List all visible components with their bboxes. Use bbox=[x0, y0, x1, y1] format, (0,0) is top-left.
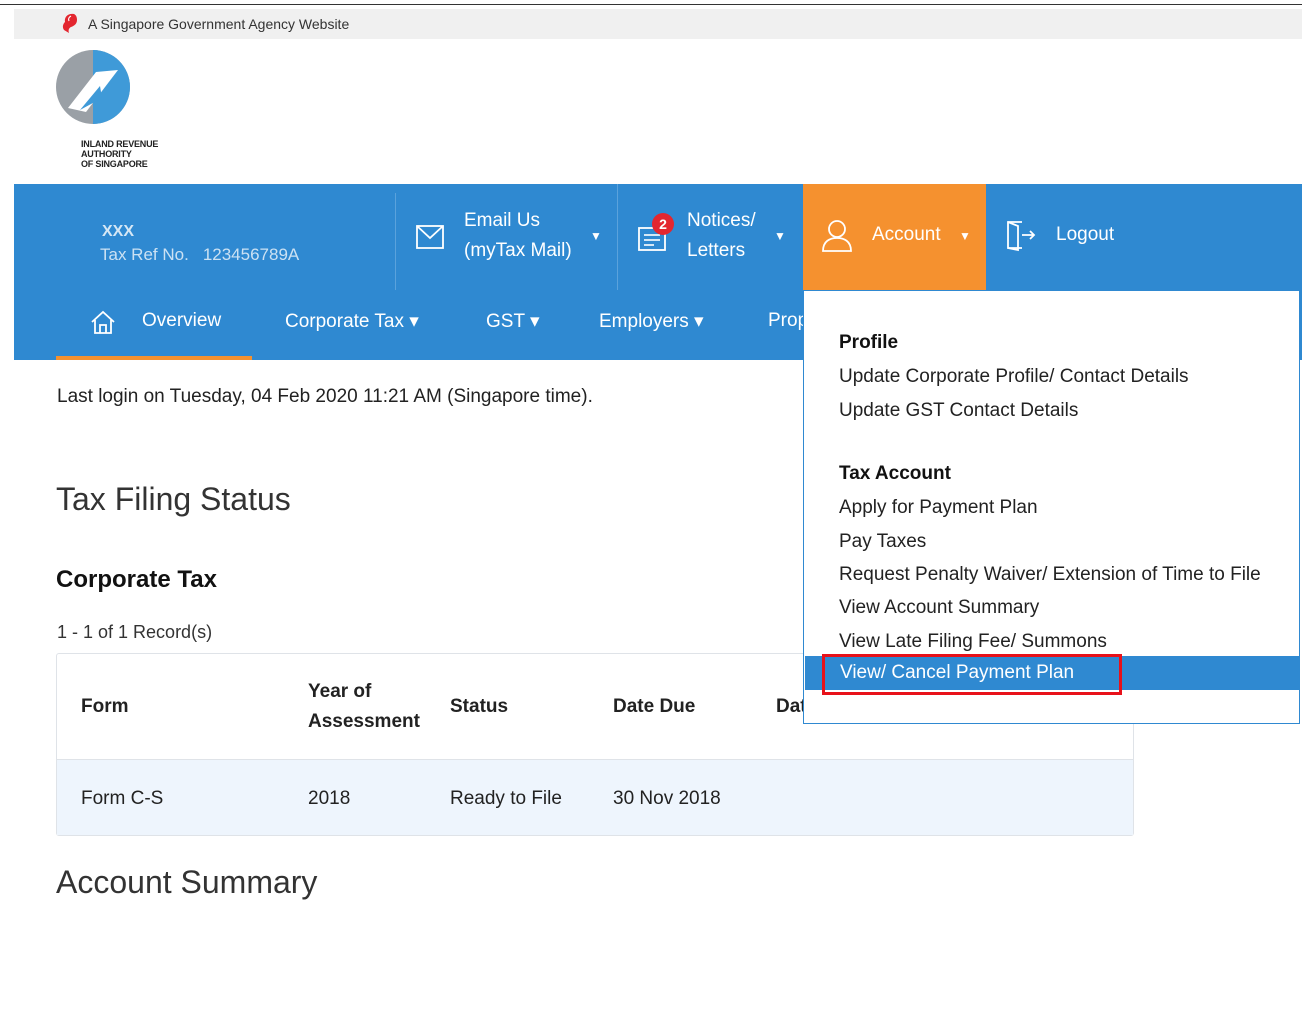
col-header-date-due: Date Due bbox=[613, 696, 696, 717]
active-tab-indicator bbox=[56, 356, 252, 360]
email-us-menu[interactable]: Email Us (myTax Mail) ▼ bbox=[396, 184, 618, 290]
notices-label-2: Letters bbox=[687, 240, 746, 261]
records-count: 1 - 1 of 1 Record(s) bbox=[57, 622, 213, 642]
table-row[interactable]: Form C-S 2018 Ready to File 30 Nov 2018 bbox=[57, 759, 1133, 835]
home-icon[interactable] bbox=[90, 309, 116, 335]
mail-icon bbox=[416, 225, 444, 249]
account-label: Account bbox=[872, 224, 941, 245]
col-header-year: Year of Assessment bbox=[308, 681, 420, 732]
account-summary-title: Account Summary bbox=[56, 864, 318, 900]
menu-item-update-gst-contact[interactable]: Update GST Contact Details bbox=[839, 400, 1078, 422]
menu-item-view-late-filing-fee[interactable]: View Late Filing Fee/ Summons bbox=[839, 631, 1107, 653]
email-label-2: (myTax Mail) bbox=[464, 240, 572, 261]
profile-heading: Profile bbox=[839, 332, 899, 353]
logo-text: INLAND REVENUE AUTHORITY OF SINGAPORE bbox=[81, 139, 159, 169]
tab-corporate-tax[interactable]: Corporate Tax ▾ bbox=[285, 310, 419, 333]
notices-badge: 2 bbox=[652, 213, 674, 235]
lion-head-icon bbox=[62, 13, 77, 34]
user-name: XXX bbox=[102, 223, 135, 240]
tax-ref: Tax Ref No. 123456789A bbox=[100, 245, 299, 265]
menu-item-apply-payment-plan[interactable]: Apply for Payment Plan bbox=[839, 497, 1038, 519]
cell-date-due: 30 Nov 2018 bbox=[613, 788, 721, 809]
tax-ref-value: 123456789A bbox=[202, 245, 300, 264]
tab-employers[interactable]: Employers ▾ bbox=[599, 310, 704, 333]
highlight-annotation-box bbox=[822, 654, 1122, 695]
menu-item-request-penalty-waiver[interactable]: Request Penalty Waiver/ Extension of Tim… bbox=[839, 564, 1261, 586]
notices-letters-menu[interactable]: 2 Notices/ Letters ▼ bbox=[618, 184, 803, 290]
account-menu[interactable]: Account ▼ bbox=[803, 184, 986, 290]
notices-label-1: Notices/ bbox=[687, 210, 756, 231]
tab-gst[interactable]: GST ▾ bbox=[486, 310, 540, 333]
col-header-status: Status bbox=[450, 696, 509, 717]
tax-ref-label: Tax Ref No. bbox=[100, 245, 189, 264]
logout-button[interactable]: Logout bbox=[986, 184, 1166, 290]
gov-banner: A Singapore Government Agency Website bbox=[14, 9, 1302, 39]
chevron-down-icon: ▼ bbox=[774, 229, 786, 243]
last-login-text: Last login on Tuesday, 04 Feb 2020 11:21… bbox=[57, 386, 593, 407]
chevron-down-icon: ▼ bbox=[959, 229, 971, 243]
tab-overview[interactable]: Overview bbox=[142, 310, 221, 332]
top-border bbox=[0, 4, 1302, 5]
cell-form: Form C-S bbox=[81, 788, 164, 809]
email-label-1: Email Us bbox=[464, 210, 541, 231]
tax-filing-title: Tax Filing Status bbox=[56, 481, 291, 517]
logout-label: Logout bbox=[1056, 224, 1115, 245]
col-header-form: Form bbox=[81, 696, 129, 717]
menu-item-update-corporate-profile[interactable]: Update Corporate Profile/ Contact Detail… bbox=[839, 366, 1189, 388]
user-icon bbox=[822, 220, 852, 252]
tax-account-heading: Tax Account bbox=[839, 463, 951, 484]
menu-item-view-account-summary[interactable]: View Account Summary bbox=[839, 597, 1039, 619]
gov-banner-text: A Singapore Government Agency Website bbox=[88, 16, 350, 32]
corporate-tax-heading: Corporate Tax bbox=[56, 566, 217, 593]
cell-status: Ready to File bbox=[450, 788, 562, 809]
user-info: XXX Tax Ref No. 123456789A bbox=[28, 193, 396, 290]
chevron-down-icon: ▼ bbox=[590, 229, 602, 243]
menu-item-pay-taxes[interactable]: Pay Taxes bbox=[839, 531, 926, 553]
cell-year: 2018 bbox=[308, 788, 351, 809]
logout-icon bbox=[1007, 221, 1036, 252]
